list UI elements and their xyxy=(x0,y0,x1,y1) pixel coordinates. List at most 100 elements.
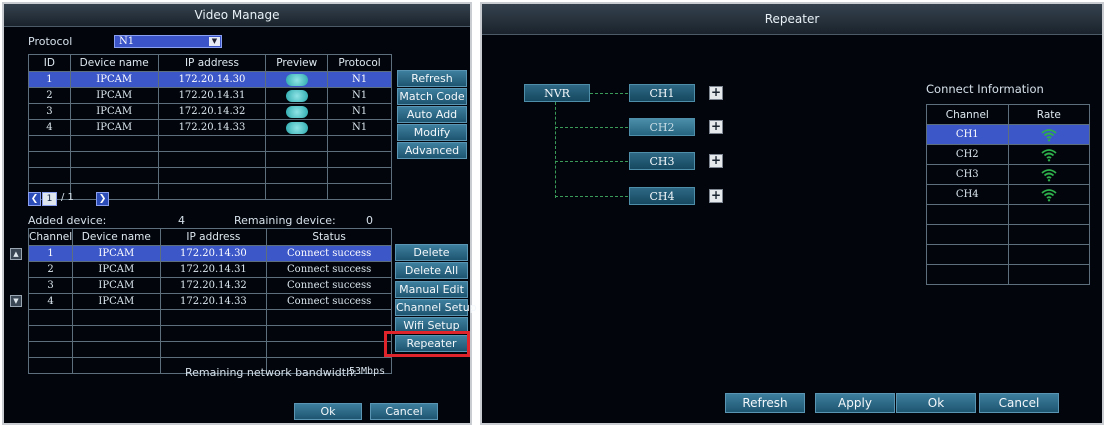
empty-row xyxy=(28,135,392,152)
channel-node-ch1[interactable]: CH1 xyxy=(629,84,695,102)
added-device-table: Channel Device name IP address Status 1 IPCA… xyxy=(27,228,392,374)
wifi-signal-icon xyxy=(1041,148,1057,161)
cancel-button[interactable]: Cancel xyxy=(370,403,438,420)
add-icon[interactable]: + xyxy=(709,86,723,100)
row-rate xyxy=(1007,124,1091,145)
empty-cell xyxy=(926,264,1009,285)
table-row[interactable]: CH4 xyxy=(926,184,1091,205)
empty-cell xyxy=(69,183,159,200)
row-id: 4 xyxy=(28,119,71,136)
apply-button[interactable]: Apply xyxy=(815,393,895,413)
preview-icon[interactable] xyxy=(285,121,308,134)
table-row[interactable]: 3 IPCAM 172.20.14.32 N1 xyxy=(28,103,392,120)
row-protocol: N1 xyxy=(327,87,392,104)
channel-node-ch3[interactable]: CH3 xyxy=(629,152,695,170)
table-row[interactable]: 3 IPCAM 172.20.14.32 Connect success xyxy=(27,277,392,294)
row-status: Connect success xyxy=(266,245,392,262)
row-preview[interactable] xyxy=(265,87,329,104)
scroll-up-icon[interactable]: ▲ xyxy=(10,248,22,260)
nvr-node: NVR xyxy=(524,84,590,102)
row-preview[interactable] xyxy=(265,71,329,88)
column-header: Rate xyxy=(1007,104,1091,125)
add-icon[interactable]: + xyxy=(709,120,723,134)
table-row[interactable]: 2 IPCAM 172.20.14.31 N1 xyxy=(28,87,392,104)
refresh-button[interactable]: Refresh xyxy=(725,393,805,413)
empty-cell xyxy=(1007,244,1091,265)
column-header: Protocol xyxy=(327,54,392,72)
page-number-input[interactable]: 1 xyxy=(42,192,57,206)
preview-icon[interactable] xyxy=(285,89,308,102)
row-preview[interactable] xyxy=(265,103,329,120)
row-device-name: IPCAM xyxy=(69,87,159,104)
delete-all-button[interactable]: Delete All xyxy=(395,262,468,279)
bandwidth-label: Remaining network bandwidth: xyxy=(185,366,357,379)
row-device-name: IPCAM xyxy=(72,277,161,294)
empty-cell xyxy=(72,309,161,326)
empty-cell xyxy=(69,167,159,184)
table-row[interactable]: 2 IPCAM 172.20.14.31 Connect success xyxy=(27,261,392,278)
row-rate xyxy=(1007,184,1091,205)
refresh-button[interactable]: Refresh xyxy=(397,70,467,87)
table-row[interactable]: CH2 xyxy=(926,144,1091,165)
table-row[interactable]: CH1 xyxy=(926,124,1091,145)
column-header: Device name xyxy=(69,54,159,72)
empty-cell xyxy=(28,167,71,184)
add-icon[interactable]: + xyxy=(709,154,723,168)
row-channel: 4 xyxy=(27,293,74,310)
empty-cell xyxy=(327,135,392,152)
table-row[interactable]: 4 IPCAM 172.20.14.33 N1 xyxy=(28,119,392,136)
empty-cell xyxy=(157,135,267,152)
channel-node-ch4[interactable]: CH4 xyxy=(629,187,695,205)
delete-button[interactable]: Delete xyxy=(395,244,468,261)
column-header: Channel xyxy=(27,228,74,246)
empty-cell xyxy=(157,183,267,200)
advanced-button[interactable]: Advanced xyxy=(397,142,467,159)
row-device-name: IPCAM xyxy=(69,71,159,88)
preview-icon[interactable] xyxy=(285,105,308,118)
auto-add-button[interactable]: Auto Add xyxy=(397,106,467,123)
row-channel: 1 xyxy=(27,245,74,262)
match-code-button[interactable]: Match Code xyxy=(397,88,467,105)
row-channel: 2 xyxy=(27,261,74,278)
video-manage-title: Video Manage xyxy=(4,4,470,27)
add-icon[interactable]: + xyxy=(709,189,723,203)
next-page-button[interactable]: ❯ xyxy=(96,192,109,206)
table-row[interactable]: 4 IPCAM 172.20.14.33 Connect success xyxy=(27,293,392,310)
row-channel: 3 xyxy=(27,277,74,294)
cancel-button[interactable]: Cancel xyxy=(979,393,1059,413)
channel-node-ch2[interactable]: CH2 xyxy=(629,118,695,136)
row-ip-address: 172.20.14.32 xyxy=(157,103,267,120)
row-status: Connect success xyxy=(266,293,392,310)
row-protocol: N1 xyxy=(327,103,392,120)
table-row[interactable]: 1 IPCAM 172.20.14.30 Connect success xyxy=(27,245,392,262)
empty-cell xyxy=(27,341,74,358)
manual-edit-button[interactable]: Manual Edit xyxy=(395,281,468,298)
connect-information-title: Connect Information xyxy=(926,82,1044,96)
ok-button[interactable]: Ok xyxy=(896,393,976,413)
empty-cell xyxy=(266,309,392,326)
empty-row xyxy=(27,309,392,326)
empty-cell xyxy=(327,183,392,200)
row-rate xyxy=(1007,164,1091,185)
added-device-label: Added device: xyxy=(28,214,107,227)
table-row[interactable]: CH3 xyxy=(926,164,1091,185)
row-ip-address: 172.20.14.30 xyxy=(159,245,268,262)
protocol-select[interactable]: N1 ▼ xyxy=(114,35,222,48)
table-row[interactable]: 1 IPCAM 172.20.14.30 N1 xyxy=(28,71,392,88)
column-header: ID xyxy=(28,54,71,72)
empty-cell xyxy=(266,325,392,342)
empty-cell xyxy=(327,151,392,168)
row-preview[interactable] xyxy=(265,119,329,136)
channel-setup-button[interactable]: Channel Setup xyxy=(395,299,477,316)
scroll-down-icon[interactable]: ▼ xyxy=(10,295,22,307)
column-header: Status xyxy=(266,228,392,246)
preview-icon[interactable] xyxy=(285,73,308,86)
nvr-ch4-link xyxy=(555,196,628,197)
row-channel: CH1 xyxy=(926,124,1009,145)
empty-cell xyxy=(159,309,268,326)
modify-button[interactable]: Modify xyxy=(397,124,467,141)
empty-cell xyxy=(27,357,74,374)
ok-button[interactable]: Ok xyxy=(294,403,362,420)
column-header: IP address xyxy=(159,228,268,246)
prev-page-button[interactable]: ❮ xyxy=(28,192,41,206)
